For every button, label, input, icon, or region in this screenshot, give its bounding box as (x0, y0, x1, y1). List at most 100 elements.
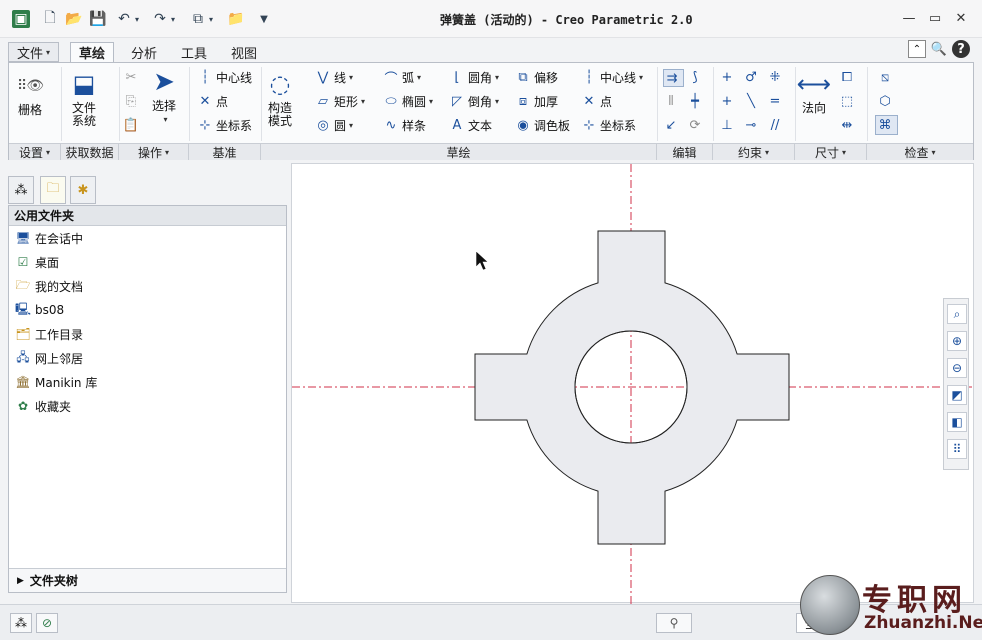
customize-icon[interactable]: ▼ (254, 9, 274, 29)
new-icon[interactable]: 🗋 (40, 9, 60, 29)
divide-button[interactable]: ┿ (687, 93, 706, 109)
group-dimension[interactable]: 尺寸 ▾ (795, 143, 867, 160)
offset-button[interactable]: ⧉ 偏移 (515, 69, 558, 86)
vertical-constraint-button[interactable]: + (719, 69, 738, 85)
chamfer-button[interactable]: ◸ 倒角 ▾ (449, 93, 499, 110)
sketch-csys-button[interactable]: ⊹ 坐标系 (581, 117, 636, 134)
favorites-tab[interactable]: ✱ (70, 176, 96, 204)
tab-file[interactable]: 文件 ▾ (8, 42, 60, 62)
group-operations[interactable]: 操作 ▾ (119, 143, 189, 160)
close-icon[interactable]: ✕ (950, 9, 972, 27)
mirror-button[interactable]: ⫴ (663, 93, 682, 109)
graphics-window[interactable] (291, 163, 975, 604)
group-constrain[interactable]: 约束 ▾ (713, 143, 795, 160)
zoom-in-icon[interactable]: ⊕ (947, 331, 967, 351)
display-style-icon[interactable]: ◧ (947, 412, 967, 432)
model-tree-tab[interactable]: ⁂ (8, 176, 34, 204)
cut-button[interactable]: ✂ (123, 69, 142, 85)
copy-button[interactable]: ⎘ (123, 93, 142, 109)
list-item[interactable]: 🖧 网上邻居 (15, 348, 83, 368)
list-item[interactable]: ✿ 收藏夹 (15, 396, 71, 416)
minimize-icon[interactable]: — (898, 9, 920, 27)
palette-button[interactable]: ◉ 调色板 (515, 117, 570, 134)
spline-button[interactable]: ∿ 样条 (383, 117, 426, 134)
folder-browser-tab[interactable]: 🗀 (40, 176, 66, 204)
reference-dimension-button[interactable]: ⇹ (839, 117, 858, 133)
datum-csys-button[interactable]: ⊹ 坐标系 (197, 117, 252, 134)
datum-centerline-button[interactable]: ┆ 中心线 (197, 69, 252, 86)
text-button[interactable]: A 文本 (449, 117, 492, 134)
window-dropdown-icon[interactable]: ▾ (206, 9, 216, 29)
sketch-centerline-button[interactable]: ┆ 中心线 ▾ (581, 69, 643, 86)
app-icon[interactable]: ▣ (12, 10, 30, 28)
rotate-resize-button[interactable]: ⟳ (687, 117, 706, 133)
select-button[interactable]: ➤ 选择 ▾ (149, 67, 179, 126)
ellipse-button[interactable]: ⬭ 椭圆 ▾ (383, 93, 433, 110)
modify-button[interactable]: ⇉ (663, 69, 684, 87)
overlapping-geometry-button[interactable]: ⧅ (877, 69, 896, 85)
thicken-button[interactable]: ⧈ 加厚 (515, 93, 558, 110)
datum-point-button[interactable]: ✕ 点 (197, 93, 228, 110)
minimize-ribbon-icon[interactable]: ⌃ (908, 40, 926, 58)
group-inspect[interactable]: 检查 ▾ (867, 143, 973, 160)
close-file-icon[interactable]: 📁 (226, 9, 246, 29)
construction-mode-button[interactable]: ◌ 构造 模式 (265, 69, 295, 128)
undo-dropdown-icon[interactable]: ▾ (132, 9, 142, 29)
folder-tree-toggle[interactable]: ▶ 文件夹树 (9, 568, 286, 592)
open-icon[interactable]: 📂 (64, 9, 84, 29)
symmetric-constraint-button[interactable]: ⁜ (767, 69, 786, 85)
search-icon[interactable]: 🔍 (930, 40, 948, 58)
sketch-canvas[interactable] (292, 164, 975, 604)
line-button[interactable]: ⋁ 线 ▾ (315, 69, 353, 86)
corner-button[interactable]: ↙ (663, 117, 682, 133)
list-item[interactable]: 🖳 bs08 (15, 300, 64, 320)
baseline-dimension-button[interactable]: ⬚ (839, 93, 858, 109)
sketcher-display-icon[interactable]: ⠿ (947, 439, 967, 459)
grid-button[interactable]: ⠿👁 栅格 (15, 71, 45, 117)
redo-dropdown-icon[interactable]: ▾ (168, 9, 178, 29)
perimeter-dimension-button[interactable]: ⧠ (839, 69, 858, 85)
parallel-constraint-button[interactable]: // (767, 117, 786, 133)
horizontal-constraint-button[interactable]: + (719, 93, 738, 109)
tangent-constraint-button[interactable]: ♂ (743, 69, 762, 85)
redo-icon[interactable]: ↷ (150, 9, 170, 29)
list-item[interactable]: ☑ 桌面 (15, 252, 59, 272)
delete-segment-button[interactable]: ⟆ (687, 69, 706, 85)
highlight-open-ends-button[interactable]: ⬡ (877, 93, 896, 109)
tab-tools[interactable]: 工具 (172, 42, 216, 62)
tab-analysis[interactable]: 分析 (122, 42, 166, 62)
list-item[interactable]: 🖥 在会话中 (15, 228, 83, 248)
coincident-constraint-button[interactable]: ⊸ (743, 117, 762, 133)
show-navigator-icon[interactable]: ⁂ (10, 613, 32, 633)
group-setup[interactable]: 设置 ▾ (9, 143, 61, 160)
restore-icon[interactable]: ▭ (924, 9, 946, 27)
show-browser-icon[interactable]: ⊘ (36, 613, 58, 633)
list-item[interactable]: 🗁 我的文档 (15, 276, 83, 296)
sketch-view-icon[interactable]: ◩ (947, 385, 967, 405)
refit-icon[interactable]: ⌕ (947, 304, 967, 324)
file-system-button[interactable]: ⬓ 文件 系统 (69, 69, 99, 128)
shade-closed-loops-button[interactable]: ⌘ (875, 115, 898, 135)
list-item[interactable]: 🏛 Manikin 库 (15, 372, 97, 392)
perpendicular-constraint-button[interactable]: ⊥ (719, 117, 738, 133)
window-icon[interactable]: ⧉ (188, 9, 208, 29)
tab-sketch[interactable]: 草绘 (70, 42, 115, 62)
arc-button[interactable]: ⌒ 弧 ▾ (383, 69, 421, 87)
sketch-point-button[interactable]: ✕ 点 (581, 93, 612, 110)
rectangle-button[interactable]: ▱ 矩形 ▾ (315, 93, 365, 110)
midpoint-constraint-button[interactable]: ╲ (743, 93, 762, 109)
list-item[interactable]: 🗂 工作目录 (15, 324, 83, 344)
normal-dimension-button[interactable]: ⟷ 法向 (797, 69, 831, 115)
circle-button[interactable]: ◎ 圆 ▾ (315, 117, 353, 134)
paste-button[interactable]: 📋 (123, 117, 142, 133)
help-icon[interactable]: ? (952, 40, 970, 58)
zoom-out-icon[interactable]: ⊖ (947, 358, 967, 378)
undo-icon[interactable]: ↶ (114, 9, 134, 29)
fillet-button[interactable]: ⌊ 圆角 ▾ (449, 69, 499, 86)
save-icon[interactable]: 💾 (88, 9, 108, 29)
mouse-cursor-icon (475, 250, 489, 271)
find-icon[interactable]: ⚲ (656, 613, 692, 633)
ellipse-label: 椭圆 (402, 95, 427, 109)
equal-constraint-button[interactable]: = (767, 93, 786, 109)
tab-view[interactable]: 视图 (222, 42, 266, 62)
